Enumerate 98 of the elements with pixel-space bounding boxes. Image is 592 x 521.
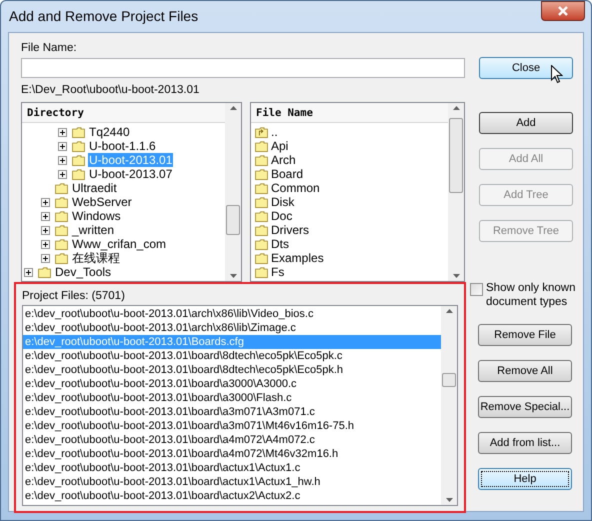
parent-folder-icon (255, 126, 268, 138)
expand-icon[interactable] (41, 226, 50, 234)
project-file-row[interactable]: e:\dev_root\uboot\u-boot-2013.01\board\actux1\Actux1_hw.h (23, 475, 441, 489)
file-item[interactable]: Board (271, 167, 304, 181)
scroll-down-icon[interactable] (452, 274, 460, 278)
expand-icon[interactable] (41, 212, 50, 220)
project-file-row[interactable]: e:\dev_root\uboot\u-boot-2013.01\board\8dtech\eco5pk\Eco5pk.c (23, 349, 441, 363)
file-item[interactable]: Drivers (271, 223, 309, 237)
folder-icon (55, 182, 68, 194)
column-header[interactable]: File Name (251, 103, 448, 123)
expand-icon[interactable] (41, 254, 50, 262)
expand-icon[interactable] (41, 198, 50, 206)
expand-icon[interactable] (58, 142, 67, 150)
project-file-row[interactable]: e:\dev_root\uboot\u-boot-2013.01\arch\x86\lib\Zimage.c (23, 321, 441, 335)
expand-icon[interactable] (58, 156, 67, 164)
project-file-list[interactable] (22, 305, 458, 506)
section-label: Project Files: (5701) (22, 289, 126, 304)
expand-icon[interactable] (24, 268, 33, 276)
folder-icon (255, 154, 268, 166)
expand-icon[interactable] (58, 170, 67, 178)
tree-item[interactable]: U-boot-2013.07 (88, 167, 174, 181)
file-item[interactable]: Common (271, 181, 320, 195)
folder-icon (255, 140, 268, 152)
close-icon (557, 6, 569, 16)
tree-item[interactable]: Tq2440 (88, 125, 131, 139)
scroll-down-icon[interactable] (446, 498, 452, 502)
file-name-field[interactable] (21, 58, 465, 78)
tree-item[interactable]: WebServer (71, 195, 133, 209)
folder-icon (72, 126, 85, 138)
dialog-button[interactable]: Add from list... (478, 432, 572, 454)
folder-icon (55, 252, 68, 264)
project-file-row[interactable]: e:\dev_root\uboot\u-boot-2013.01\board\a3000\Flash.c (23, 391, 441, 405)
scroll-up-icon[interactable] (452, 106, 460, 110)
scroll-up-icon[interactable] (446, 309, 452, 313)
project-file-row[interactable]: e:\dev_root\uboot\u-boot-2013.01\board\a4m072\Mt46v32m16.h (23, 447, 441, 461)
dialog-button[interactable]: Close (479, 57, 573, 79)
dialog-button[interactable]: Add (479, 112, 573, 134)
expand-icon[interactable] (41, 240, 50, 248)
file-item[interactable]: Api (271, 139, 288, 153)
file-item[interactable]: Examples (271, 251, 324, 265)
tree-item[interactable]: Windows (71, 209, 122, 223)
project-file-row[interactable]: e:\dev_root\uboot\u-boot-2013.01\board\a3m071\A3m071.c (23, 405, 441, 419)
project-file-row[interactable]: e:\dev_root\uboot\u-boot-2013.01\board\a3000\A3000.c (23, 377, 441, 391)
folder-icon (38, 266, 51, 278)
folder-icon (55, 224, 68, 236)
folder-icon (255, 182, 268, 194)
project-file-row[interactable]: e:\dev_root\uboot\u-boot-2013.01\board\actux1\Actux1.c (23, 461, 441, 475)
tree-item[interactable]: _written (71, 223, 116, 237)
dialog-button[interactable]: Remove Special... (478, 396, 572, 418)
file-item[interactable]: Dts (271, 237, 289, 251)
dialog-button[interactable]: Remove All (478, 360, 572, 382)
folder-icon (255, 210, 268, 222)
dialog-button[interactable]: Remove File (478, 324, 572, 346)
tree-item[interactable]: U-boot-1.1.6 (88, 139, 157, 153)
tree-item[interactable]: 在线课程 (71, 251, 121, 265)
file-item[interactable]: Arch (271, 153, 296, 167)
file-item[interactable]: Doc (271, 209, 292, 223)
project-file-row[interactable]: e:\dev_root\uboot\u-boot-2013.01\arch\x86\lib\Video_bios.c (23, 307, 441, 321)
scrollbar[interactable] (441, 306, 457, 505)
field-label: File Name: (21, 41, 78, 56)
folder-icon (72, 154, 85, 166)
file-item[interactable]: Fs (271, 265, 284, 279)
close-window-button[interactable] (541, 1, 585, 21)
column-header[interactable]: Directory (22, 103, 225, 123)
file-item[interactable]: Disk (271, 195, 294, 209)
project-file-row[interactable]: e:\dev_root\uboot\u-boot-2013.01\board\a4m072\A4m072.c (23, 433, 441, 447)
mouse-cursor-icon (551, 65, 563, 84)
folder-icon (55, 196, 68, 208)
scroll-down-icon[interactable] (230, 274, 236, 278)
scrollbar[interactable] (225, 103, 241, 281)
folder-icon (255, 168, 268, 180)
folder-icon (255, 238, 268, 250)
project-file-row[interactable]: e:\dev_root\uboot\u-boot-2013.01\board\a3m071\Mt46v16m16-75.h (23, 419, 441, 433)
expand-icon[interactable] (58, 128, 67, 136)
window-title: Add and Remove Project Files (9, 7, 198, 26)
scroll-thumb[interactable] (442, 373, 456, 387)
dialog-button[interactable]: Help (478, 468, 572, 490)
tree-item[interactable]: Www_crifan_com (71, 237, 168, 251)
folder-icon (255, 252, 268, 264)
tree-item[interactable]: Ultraedit (71, 181, 118, 195)
folder-icon (72, 140, 85, 152)
current-path: E:\Dev_Root\uboot\u-boot-2013.01 (21, 83, 200, 98)
tree-item[interactable]: Dev_Tools (54, 265, 112, 279)
checkbox-label[interactable]: Show only known document types (486, 281, 590, 309)
folder-icon (55, 210, 68, 222)
project-file-row[interactable]: e:\dev_root\uboot\u-boot-2013.01\board\8dtech\eco5pk\Eco5pk.h (23, 363, 441, 377)
scroll-thumb[interactable] (449, 118, 463, 193)
file-item[interactable]: .. (271, 125, 278, 139)
scroll-thumb[interactable] (226, 205, 240, 235)
folder-icon (255, 224, 268, 236)
scroll-up-icon[interactable] (230, 106, 236, 110)
folder-icon (255, 196, 268, 208)
folder-icon (55, 238, 68, 250)
folder-icon (255, 266, 268, 278)
checkbox[interactable] (470, 283, 483, 296)
scrollbar[interactable] (448, 103, 464, 281)
folder-icon (72, 168, 85, 180)
project-file-row[interactable]: e:\dev_root\uboot\u-boot-2013.01\board\actux2\Actux2.c (23, 489, 441, 503)
